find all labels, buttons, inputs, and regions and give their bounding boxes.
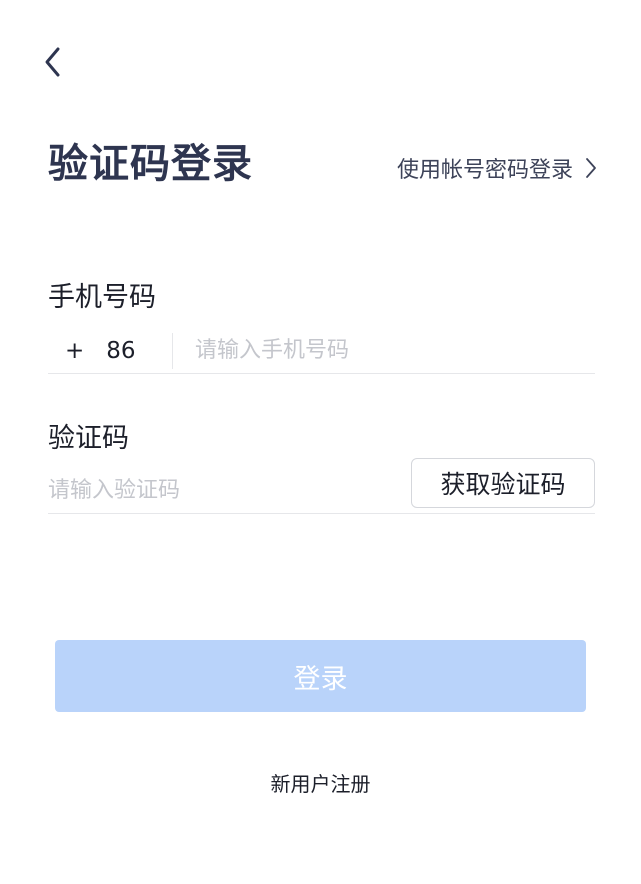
code-field-row: 获取验证码 <box>48 458 595 514</box>
register-link[interactable]: 新用户注册 <box>0 770 641 798</box>
page-title: 验证码登录 <box>48 141 253 187</box>
phone-label: 手机号码 <box>48 282 156 313</box>
phone-field-row: + 86 <box>48 328 595 374</box>
country-code-selector[interactable]: + 86 <box>48 328 172 373</box>
phone-input[interactable] <box>173 328 595 373</box>
back-button[interactable] <box>34 40 70 84</box>
country-code-plus: + <box>65 337 85 364</box>
login-screen: 验证码登录 使用帐号密码登录 手机号码 + 86 验证码 获取验证码 登录 新用… <box>0 0 641 884</box>
country-code-value: 86 <box>106 337 136 364</box>
chevron-left-icon <box>45 47 60 77</box>
chevron-right-icon <box>585 157 597 179</box>
login-button[interactable]: 登录 <box>55 640 586 712</box>
password-login-label: 使用帐号密码登录 <box>396 158 573 183</box>
code-label: 验证码 <box>48 423 129 454</box>
get-code-button[interactable]: 获取验证码 <box>411 458 595 508</box>
password-login-link[interactable]: 使用帐号密码登录 <box>397 150 597 186</box>
